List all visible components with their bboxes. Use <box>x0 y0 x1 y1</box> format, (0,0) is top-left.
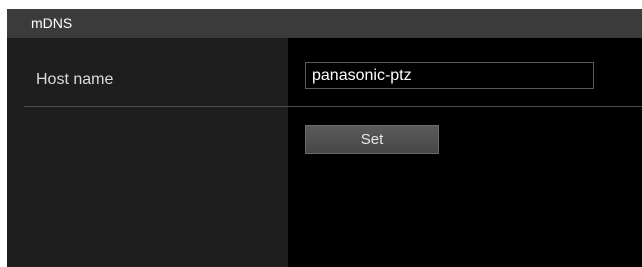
mdns-settings-panel: mDNS Host name Set <box>7 9 642 267</box>
section-title: mDNS <box>31 15 73 31</box>
section-header: mDNS <box>7 9 642 38</box>
row-divider <box>24 106 642 107</box>
set-button[interactable]: Set <box>305 125 439 154</box>
host-name-label: Host name <box>36 71 114 88</box>
host-name-input[interactable] <box>305 62 594 89</box>
